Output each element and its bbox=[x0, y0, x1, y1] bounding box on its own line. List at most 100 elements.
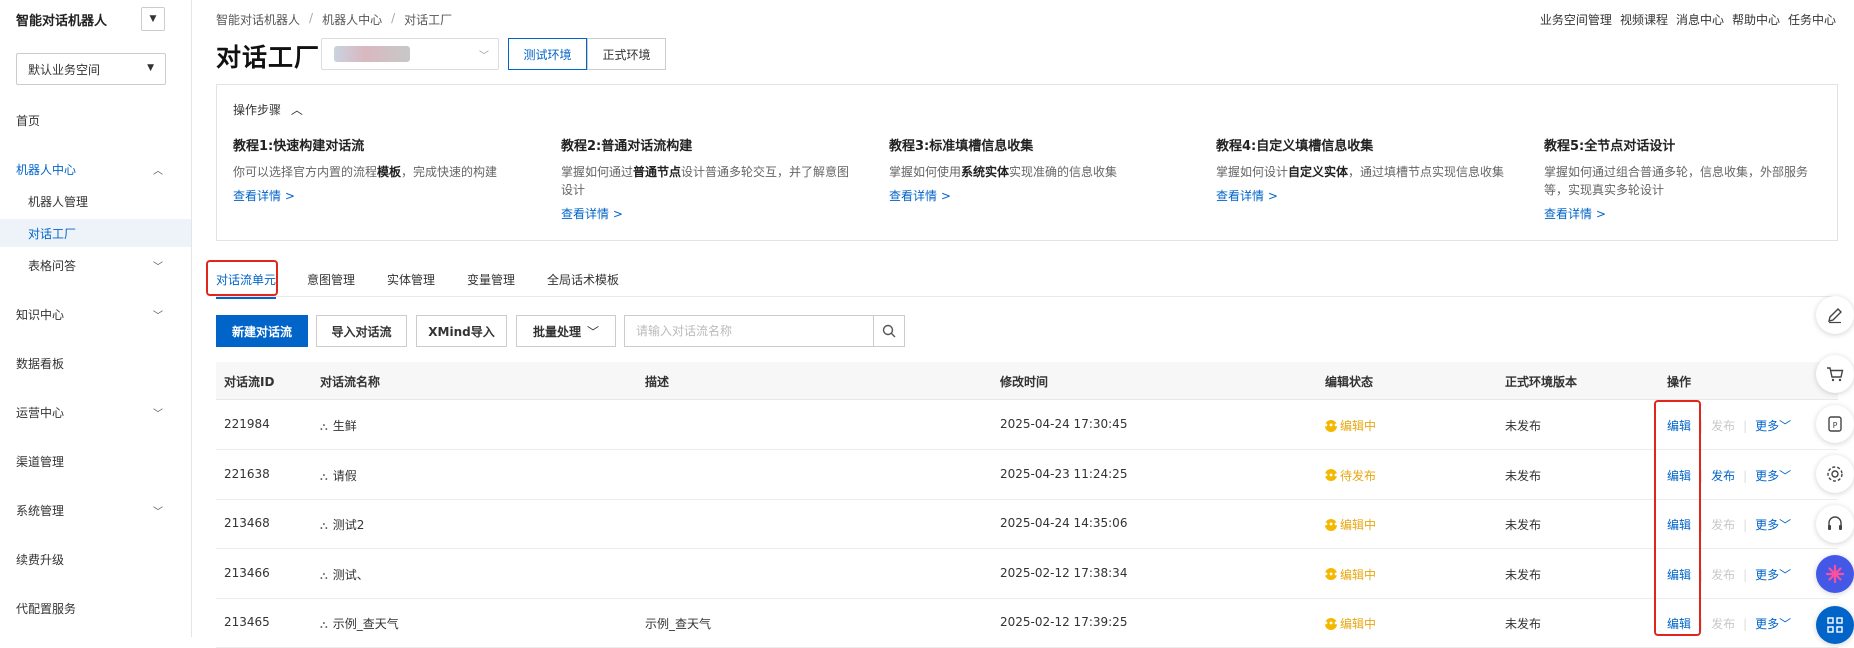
page-title: 对话工厂 bbox=[216, 43, 321, 72]
tutorial-desc: 掌握如何使用系统实体实现准确的信息收集 bbox=[889, 165, 1118, 179]
flow-tree-icon: ⛬ bbox=[320, 420, 328, 433]
table-row: 213468 ⛬ 测试2 2025-04-24 14:35:06 ••• 编辑中 未发布 编辑… bbox=[216, 500, 1838, 549]
sidebar-item-system-management[interactable]: 系统管理 ﹀ bbox=[0, 496, 191, 524]
flow-name-cell[interactable]: ⛬ 请假 bbox=[320, 467, 357, 484]
tab-intent-management[interactable]: 意图管理 bbox=[307, 271, 355, 288]
more-dropdown[interactable]: 更多﹀ bbox=[1755, 419, 1791, 433]
caret-down-icon: ▼ bbox=[147, 63, 154, 73]
workspace-value: 默认业务空间 bbox=[28, 62, 101, 77]
search-button[interactable] bbox=[873, 315, 905, 347]
sidebar-item-knowledge-center[interactable]: 知识中心 ﹀ bbox=[0, 300, 191, 328]
tutorial-panel-toggle[interactable]: 操作步骤 ︿ bbox=[233, 101, 303, 118]
breadcrumb-separator: / bbox=[309, 11, 314, 25]
flow-name-cell[interactable]: ⛬ 测试、 bbox=[320, 566, 369, 583]
top-link-message-center[interactable]: 消息中心 bbox=[1676, 11, 1724, 28]
tutorial-card: 教程1:快速构建对话流 你可以选择官方内置的流程模板，完成快速的构建 查看详情 … bbox=[233, 135, 543, 204]
sidebar-item-config-service[interactable]: 代配置服务 bbox=[0, 594, 191, 622]
flow-name-cell[interactable]: ⛬ 示例_查天气 bbox=[320, 615, 399, 632]
tutorial-card: 教程4:自定义填槽信息收集 掌握如何设计自定义实体，通过填槽节点实现信息收集 查… bbox=[1216, 135, 1508, 204]
flow-id: 221984 bbox=[224, 417, 270, 431]
svg-text:P: P bbox=[1833, 421, 1838, 430]
new-flow-button[interactable]: 新建对话流 bbox=[216, 315, 308, 347]
tutorial-details-link[interactable]: 查看详情 > bbox=[561, 205, 853, 222]
top-link-workspace-management[interactable]: 业务空间管理 bbox=[1540, 11, 1612, 28]
batch-action-dropdown[interactable]: 批量处理 ﹀ bbox=[516, 315, 616, 347]
sidebar-item-dashboard[interactable]: 数据看板 bbox=[0, 349, 191, 377]
tutorial-details-link[interactable]: 查看详情 > bbox=[889, 187, 1199, 204]
test-env-button[interactable]: 测试环境 bbox=[508, 38, 587, 70]
tutorial-details-link[interactable]: 查看详情 > bbox=[1544, 205, 1826, 222]
more-dropdown[interactable]: 更多﹀ bbox=[1755, 568, 1791, 582]
flow-name-cell[interactable]: ⛬ 测试2 bbox=[320, 516, 364, 533]
sidebar-item-table-qa[interactable]: 表格问答 ﹀ bbox=[0, 251, 191, 279]
sidebar-item-home[interactable]: 首页 bbox=[0, 106, 191, 134]
highlight-annotation-edit-column bbox=[1654, 400, 1701, 636]
import-flow-button[interactable]: 导入对话流 bbox=[316, 315, 407, 347]
more-dropdown[interactable]: 更多﹀ bbox=[1755, 469, 1791, 483]
search-input[interactable] bbox=[624, 315, 873, 347]
tutorial-title: 教程4:自定义填槽信息收集 bbox=[1216, 139, 1374, 154]
breadcrumb-item[interactable]: 智能对话机器人 bbox=[216, 11, 300, 28]
tutorial-details-link[interactable]: 查看详情 > bbox=[1216, 187, 1508, 204]
tutorial-details-link[interactable]: 查看详情 > bbox=[233, 187, 543, 204]
highlight-annotation-tab bbox=[206, 260, 278, 296]
breadcrumb-separator: / bbox=[391, 11, 396, 25]
sidebar-item-label: 对话工厂 bbox=[28, 226, 77, 241]
flow-name-cell[interactable]: ⛬ 生鲜 bbox=[320, 417, 357, 434]
gear-icon[interactable] bbox=[1816, 455, 1854, 493]
sidebar-item-label: 首页 bbox=[16, 113, 41, 128]
cart-icon[interactable] bbox=[1816, 355, 1854, 393]
publish-button[interactable]: 发布 bbox=[1711, 469, 1735, 483]
status-dot-icon: ••• bbox=[1323, 469, 1339, 481]
status-badge: ••• 待发布 bbox=[1323, 467, 1376, 484]
publish-button: 发布 bbox=[1711, 419, 1736, 433]
action-separator: | bbox=[1743, 617, 1748, 631]
tab-variable-management[interactable]: 变量管理 bbox=[467, 271, 515, 288]
sidebar-item-dialog-factory[interactable]: 对话工厂 bbox=[0, 219, 191, 247]
flow-name: 示例_查天气 bbox=[332, 617, 399, 631]
brand-assistant-icon[interactable] bbox=[1816, 555, 1854, 593]
modified-time: 2025-04-24 14:35:06 bbox=[1000, 516, 1128, 530]
workspace-select[interactable]: 默认业务空间 ▼ bbox=[16, 53, 166, 85]
top-link-video-courses[interactable]: 视频课程 bbox=[1620, 11, 1668, 28]
top-link-task-center[interactable]: 任务中心 bbox=[1788, 11, 1836, 28]
sidebar-item-renew-upgrade[interactable]: 续费升级 bbox=[0, 545, 191, 573]
action-separator: | bbox=[1743, 419, 1748, 433]
batch-action-label: 批量处理 bbox=[532, 324, 581, 339]
flow-name: 测试、 bbox=[332, 567, 369, 582]
sidebar-item-ops-center[interactable]: 运营中心 ﹀ bbox=[0, 398, 191, 426]
top-link-help-center[interactable]: 帮助中心 bbox=[1732, 11, 1780, 28]
xmind-import-button[interactable]: XMind导入 bbox=[416, 315, 507, 347]
apps-grid-icon[interactable] bbox=[1816, 606, 1854, 644]
more-label: 更多 bbox=[1755, 468, 1780, 483]
prod-version: 未发布 bbox=[1505, 419, 1542, 433]
chevron-down-icon: ﹀ bbox=[1779, 567, 1792, 582]
status-dot-icon: ••• bbox=[1323, 419, 1339, 432]
breadcrumb-item[interactable]: 机器人中心 bbox=[322, 11, 382, 28]
tutorial-desc: 掌握如何通过组合普通多轮，信息收集，外部服务等，实现真实多轮设计 bbox=[1544, 165, 1809, 197]
publish-button: 发布 bbox=[1711, 617, 1736, 631]
chevron-down-icon: ﹀ bbox=[153, 261, 163, 273]
tab-global-script-template[interactable]: 全局话术模板 bbox=[547, 271, 619, 288]
edit-icon[interactable] bbox=[1816, 296, 1854, 334]
more-dropdown[interactable]: 更多﹀ bbox=[1755, 518, 1791, 532]
tab-entity-management[interactable]: 实体管理 bbox=[387, 271, 435, 288]
chevron-down-icon: ﹀ bbox=[153, 408, 163, 420]
more-dropdown[interactable]: 更多﹀ bbox=[1755, 617, 1791, 631]
prod-env-button[interactable]: 正式环境 bbox=[587, 38, 666, 70]
chevron-down-icon: ﹀ bbox=[479, 51, 489, 62]
modified-time: 2025-04-23 11:24:25 bbox=[1000, 466, 1128, 481]
sidebar-item-bot-center[interactable]: 机器人中心 ︿ bbox=[0, 155, 191, 183]
tutorial-card: 教程3:标准填槽信息收集 掌握如何使用系统实体实现准确的信息收集 查看详情 > bbox=[889, 135, 1199, 204]
sidebar-item-channel-management[interactable]: 渠道管理 bbox=[0, 447, 191, 475]
bot-select[interactable]: ﹀ bbox=[321, 38, 499, 70]
flow-tree-icon: ⛬ bbox=[320, 568, 328, 582]
redacted-bot-name bbox=[334, 46, 410, 62]
caret-down-icon: ▼ bbox=[149, 14, 157, 24]
prod-version: 未发布 bbox=[1505, 617, 1542, 631]
headset-icon[interactable] bbox=[1816, 505, 1854, 543]
sidebar-item-bot-management[interactable]: 机器人管理 bbox=[0, 187, 191, 215]
status-dot-icon: ••• bbox=[1323, 518, 1339, 531]
brand-menu-toggle[interactable]: ▼ bbox=[141, 7, 165, 31]
ai-chat-icon[interactable]: P bbox=[1816, 405, 1854, 443]
